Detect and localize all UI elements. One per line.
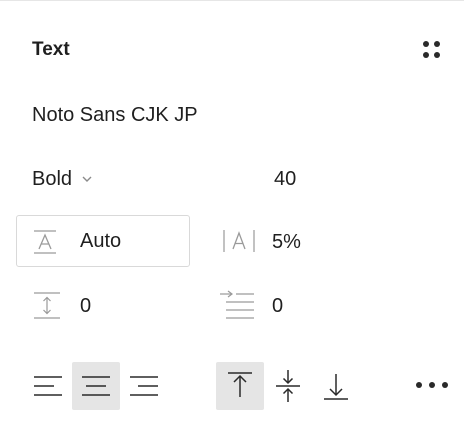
font-weight-label: Bold [32,167,73,190]
align-middle-icon [276,370,300,402]
align-center-button[interactable] [72,362,120,410]
font-weight-select[interactable]: Bold [32,166,94,192]
align-right-button[interactable] [120,362,168,410]
letter-spacing-icon [223,230,255,252]
text-styles-button[interactable] [420,38,444,62]
paragraph-indent-icon [220,290,254,319]
align-bottom-icon [324,374,348,400]
line-height-input[interactable]: Auto [16,215,190,267]
align-center-icon [82,376,110,396]
paragraph-spacing-input[interactable]: 0 [80,293,91,319]
paragraph-indent-input[interactable]: 0 [272,293,283,319]
line-height-icon [34,230,56,254]
font-size-input[interactable]: 40 [274,166,296,192]
panel-top-divider [0,0,464,1]
align-left-button[interactable] [24,362,72,410]
letter-spacing-input[interactable]: 5% [272,229,301,255]
font-family-select[interactable]: Noto Sans CJK JP [32,102,198,128]
section-title: Text [32,39,70,60]
paragraph-spacing-icon [34,292,60,319]
align-middle-button[interactable] [264,362,312,410]
align-top-button[interactable] [216,362,264,410]
align-top-icon [228,372,252,397]
align-bottom-button[interactable] [312,362,360,410]
align-right-icon [130,376,158,396]
more-options-button[interactable] [412,372,452,398]
line-height-value: Auto [80,230,122,252]
chevron-down-icon [82,176,92,182]
align-left-icon [34,376,62,396]
